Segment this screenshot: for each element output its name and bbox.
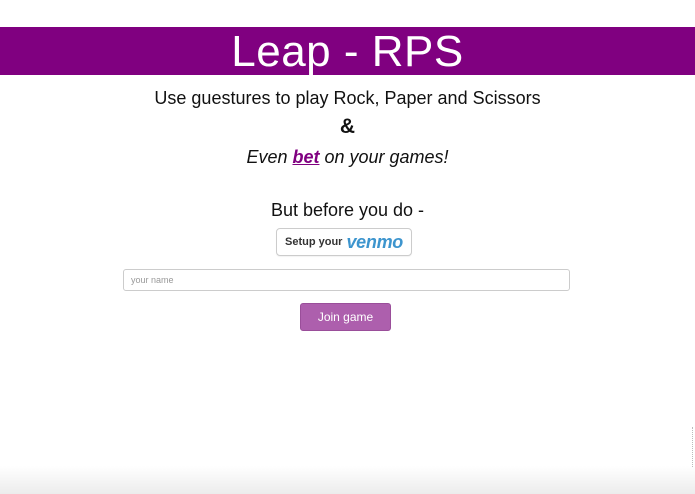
venmo-logo: venmo <box>346 232 403 252</box>
bet-line: Even bet on your games! <box>0 147 695 168</box>
name-input[interactable] <box>123 269 570 291</box>
tagline: Use guestures to play Rock, Paper and Sc… <box>154 88 541 108</box>
page-title: Leap - RPS <box>231 27 464 76</box>
bet-link[interactable]: bet <box>292 147 319 167</box>
bet-prefix: Even <box>246 147 293 167</box>
bet-suffix: on your games! <box>319 147 449 167</box>
before-heading: But before you do - <box>270 200 425 220</box>
setup-venmo-button[interactable]: Setup your venmo <box>276 228 412 256</box>
venmo-button-label: Setup your <box>285 236 343 248</box>
header-bar: Leap - RPS <box>0 27 695 76</box>
bottom-shadow <box>0 466 695 494</box>
join-game-button[interactable]: Join game <box>300 303 391 331</box>
page: Leap - RPS Use guestures to play Rock, P… <box>0 0 695 494</box>
ampersand: & <box>339 115 356 138</box>
